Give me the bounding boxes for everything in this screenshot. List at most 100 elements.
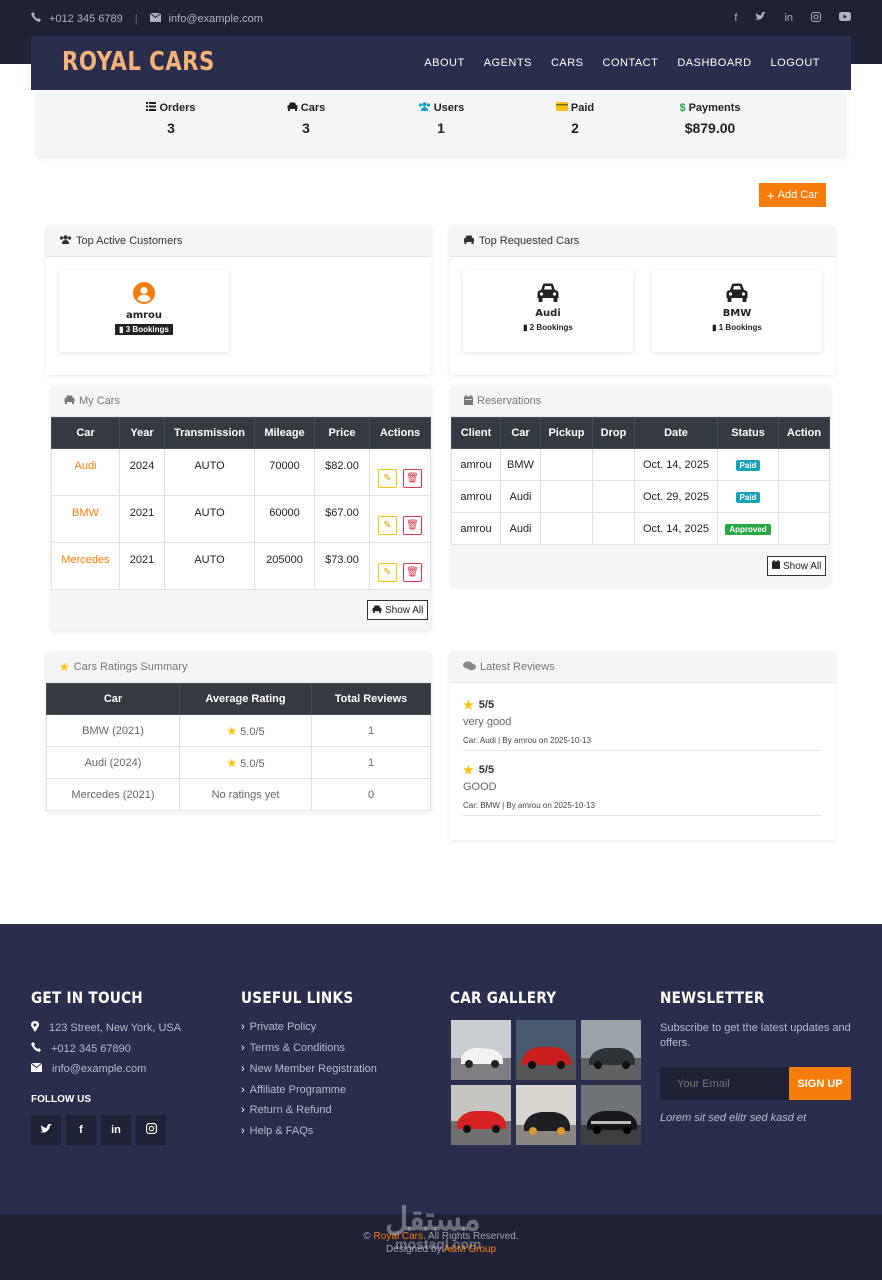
table-row: BMW (2021) ★ 5.0/5 1 [46, 714, 431, 747]
cell: 0 [311, 778, 431, 811]
nav-agents[interactable]: AGENTS [484, 57, 532, 69]
review-item: ★ 5/5 GOOD Car: BMW | By amrou on 2025-10… [463, 763, 822, 816]
instagram-button[interactable] [136, 1115, 166, 1145]
cell: Oct. 29, 2025 [634, 480, 718, 513]
panel-title: Reservations [477, 395, 542, 407]
linkedin-button[interactable]: in [101, 1115, 131, 1145]
panel-title: Cars Ratings Summary [73, 661, 188, 673]
col-header: Mileage [254, 417, 315, 449]
chevron-right-icon: › [241, 1042, 245, 1054]
footer-link[interactable]: › Help & FAQs [241, 1125, 313, 1137]
user-circle-icon [59, 282, 229, 307]
brand-logo[interactable]: ROYAL CARS [62, 47, 215, 77]
car-link[interactable]: Mercedes [51, 542, 120, 590]
watermark: مستقل [385, 1201, 481, 1237]
review-text: very good [463, 716, 512, 728]
calendar-icon [464, 394, 473, 408]
footer: GET IN TOUCH 123 Street, New York, USA +… [0, 924, 882, 1214]
nav-cars[interactable]: CARS [551, 57, 584, 69]
dollar-icon: $ [679, 102, 686, 114]
stat-value: 3 [302, 120, 310, 136]
col-header: Transmission [164, 417, 255, 449]
nav-about[interactable]: ABOUT [424, 57, 464, 69]
status-cell: Paid [717, 480, 779, 513]
car-link[interactable]: Audi [51, 448, 120, 496]
car-name: BMW [722, 308, 752, 319]
col-header: Date [634, 417, 718, 449]
cell [540, 480, 593, 513]
footer-contact-title: GET IN TOUCH [31, 988, 143, 1007]
footer-link[interactable]: › Affiliate Programme [241, 1084, 346, 1096]
book-icon: ▮ [119, 325, 124, 334]
cell: 205000 [254, 542, 315, 590]
newsletter-email-input[interactable] [660, 1067, 789, 1100]
star-icon: ★ [226, 723, 238, 738]
nav-dashboard[interactable]: DASHBOARD [677, 57, 751, 69]
cell [778, 448, 830, 481]
col-header: Total Reviews [311, 683, 431, 715]
cell: amrou [451, 448, 501, 481]
twitter-icon [40, 1123, 52, 1137]
table-row: amrou Audi Oct. 14, 2025 Approved [451, 512, 830, 545]
cell: AUTO [164, 495, 255, 543]
reservations-show-all-button[interactable]: Show All [767, 556, 827, 576]
gallery-image[interactable] [451, 1020, 511, 1080]
gallery-image[interactable] [451, 1085, 511, 1145]
my-cars-show-all-button[interactable]: Show All [367, 600, 429, 620]
status-badge: Paid [735, 459, 761, 471]
cell: BMW (2021) [46, 714, 180, 747]
car-icon [463, 235, 475, 247]
col-header: Price [314, 417, 370, 449]
facebook-button[interactable]: f [66, 1115, 96, 1145]
review-meta: Car: Audi | By amrou on 2025-10-13 [463, 736, 591, 745]
bookings-label: ▮ 1 Bookings [712, 323, 762, 332]
cell: AUTO [164, 448, 255, 496]
stat-label: Cars [300, 102, 326, 114]
linkedin-icon[interactable]: in [784, 12, 793, 25]
gallery-image[interactable] [581, 1020, 641, 1080]
gallery-image[interactable] [516, 1020, 576, 1080]
signup-button[interactable]: SIGN UP [789, 1067, 851, 1100]
table-row: Mercedes 2021 AUTO 205000 $73.00 ✎ 🗑 [51, 542, 431, 590]
gallery-image[interactable] [581, 1085, 641, 1145]
top-email: info@example.com [168, 12, 263, 25]
panel-header: Latest Reviews [450, 652, 835, 683]
trash-icon[interactable]: 🗑 [403, 469, 422, 488]
cell: 2021 [119, 495, 165, 543]
youtube-icon[interactable] [839, 12, 851, 25]
facebook-icon[interactable]: f [734, 12, 737, 25]
footer-link[interactable]: › Private Policy [241, 1021, 316, 1033]
trash-icon[interactable]: 🗑 [403, 516, 422, 535]
my-cars-table: Car Year Transmission Mileage Price Acti… [51, 417, 431, 590]
cell [540, 512, 593, 545]
car-icon [287, 102, 298, 114]
nav-logout[interactable]: LOGOUT [771, 57, 820, 69]
panel-header: My Cars [51, 386, 431, 417]
footer-link[interactable]: › New Member Registration [241, 1063, 377, 1075]
gallery-image[interactable] [516, 1085, 576, 1145]
top-contact: +012 345 6789 | info@example.com [31, 12, 263, 25]
edit-icon[interactable]: ✎ [378, 469, 397, 488]
chevron-right-icon: › [241, 1104, 245, 1116]
twitter-icon[interactable] [755, 11, 767, 25]
nav-contact[interactable]: CONTACT [603, 57, 659, 69]
car-link[interactable]: BMW [51, 495, 120, 543]
edit-icon[interactable]: ✎ [378, 563, 397, 582]
twitter-button[interactable] [31, 1115, 61, 1145]
top-customers-panel: Top Active Customers amrou ▮ 3 Bookings [46, 226, 431, 375]
add-car-button[interactable]: + Add Car [759, 183, 826, 207]
footer-newsletter-title: NEWSLETTER [660, 988, 765, 1007]
instagram-icon[interactable] [811, 12, 821, 25]
star-icon: ★ [59, 660, 70, 674]
stat-label: Orders [159, 102, 196, 114]
col-header: Car [46, 683, 180, 715]
trash-icon[interactable]: 🗑 [403, 563, 422, 582]
cell: Oct. 14, 2025 [634, 512, 718, 545]
stat-users: Users 1 [381, 102, 501, 136]
edit-icon[interactable]: ✎ [378, 516, 397, 535]
car-icon [652, 283, 822, 305]
footer-link[interactable]: › Return & Refund [241, 1104, 332, 1116]
cell [592, 480, 635, 513]
footer-link[interactable]: › Terms & Conditions [241, 1042, 345, 1054]
review-meta: Car: BMW | By amrou on 2025-10-13 [463, 801, 595, 810]
